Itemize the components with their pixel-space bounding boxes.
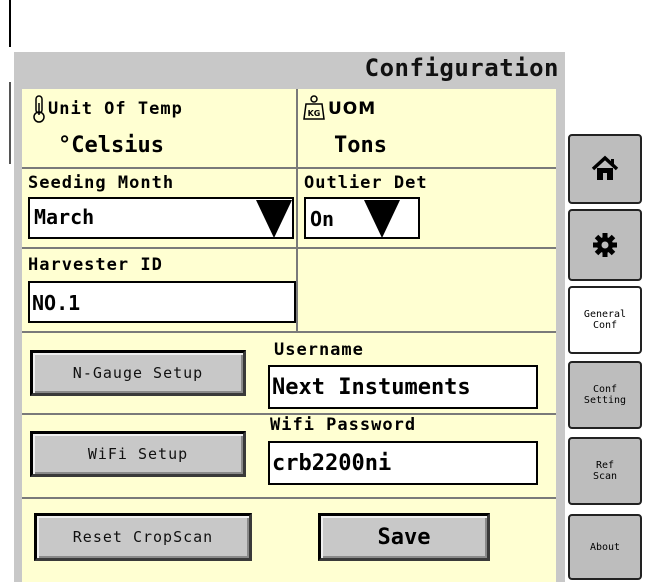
tab-settings[interactable] (568, 209, 642, 281)
harvester-id-label: Harvester ID (28, 255, 163, 275)
unit-of-temp-label: Unit Of Temp (48, 99, 183, 119)
tab-about-label: About (589, 541, 621, 553)
config-content: Unit Of Temp °Celsius KG UOM Tons Seedin… (22, 89, 556, 582)
reset-cropscan-label: Reset CropScan (72, 528, 214, 546)
thermometer-icon (32, 95, 46, 123)
tab-conf-setting[interactable]: Conf Setting (568, 361, 642, 429)
divider (22, 167, 556, 169)
divider (22, 497, 556, 499)
svg-text:KG: KG (308, 109, 321, 118)
seeding-month-value: March (34, 205, 95, 229)
unit-of-temp-value[interactable]: °Celsius (58, 133, 164, 158)
seeding-month-label: Seeding Month (28, 173, 175, 193)
reset-cropscan-button[interactable]: Reset CropScan (34, 513, 252, 561)
title-bar: Configuration (14, 52, 565, 86)
uom-label: UOM (328, 99, 377, 119)
outlier-det-label: Outlier Det (304, 173, 428, 193)
tab-home[interactable] (568, 134, 642, 204)
harvester-id-input[interactable]: NO.1 (28, 281, 296, 323)
tab-general-conf-label: General Conf (583, 309, 627, 331)
uom-value[interactable]: Tons (334, 133, 387, 158)
outlier-det-value: On (310, 207, 335, 231)
divider (296, 249, 298, 331)
kg-weight-icon: KG (302, 95, 326, 121)
chevron-down-icon (256, 200, 292, 238)
save-button[interactable]: Save (318, 513, 490, 561)
page-title: Configuration (364, 54, 559, 82)
n-gauge-setup-label: N-Gauge Setup (72, 364, 204, 382)
username-label: Username (274, 340, 364, 360)
left-edge-line (9, 0, 11, 47)
divider (22, 331, 556, 333)
seeding-month-select[interactable]: March (28, 197, 294, 239)
home-icon (591, 155, 619, 180)
tab-conf-setting-label: Conf Setting (583, 384, 627, 406)
chevron-down-icon (364, 200, 400, 238)
wifi-setup-label: WiFi Setup (87, 445, 189, 463)
n-gauge-setup-button[interactable]: N-Gauge Setup (30, 350, 246, 396)
wifi-setup-button[interactable]: WiFi Setup (30, 431, 246, 477)
divider (22, 247, 556, 249)
tab-about[interactable]: About (568, 514, 642, 580)
wifi-password-input[interactable]: crb2200ni (268, 441, 538, 485)
tab-general-conf[interactable]: General Conf (568, 286, 642, 354)
save-label: Save (377, 524, 431, 550)
left-edge-line-lower (9, 82, 11, 164)
gear-icon (593, 233, 617, 257)
username-input[interactable]: Next Instuments (268, 365, 538, 409)
tab-ref-scan[interactable]: Ref Scan (568, 437, 642, 505)
wifi-password-label: Wifi Password (270, 415, 417, 435)
tab-ref-scan-label: Ref Scan (592, 460, 618, 482)
harvester-id-value: NO.1 (32, 291, 81, 315)
wifi-password-value: crb2200ni (272, 451, 392, 476)
username-value: Next Instuments (272, 375, 471, 400)
outlier-det-select[interactable]: On (304, 197, 420, 239)
